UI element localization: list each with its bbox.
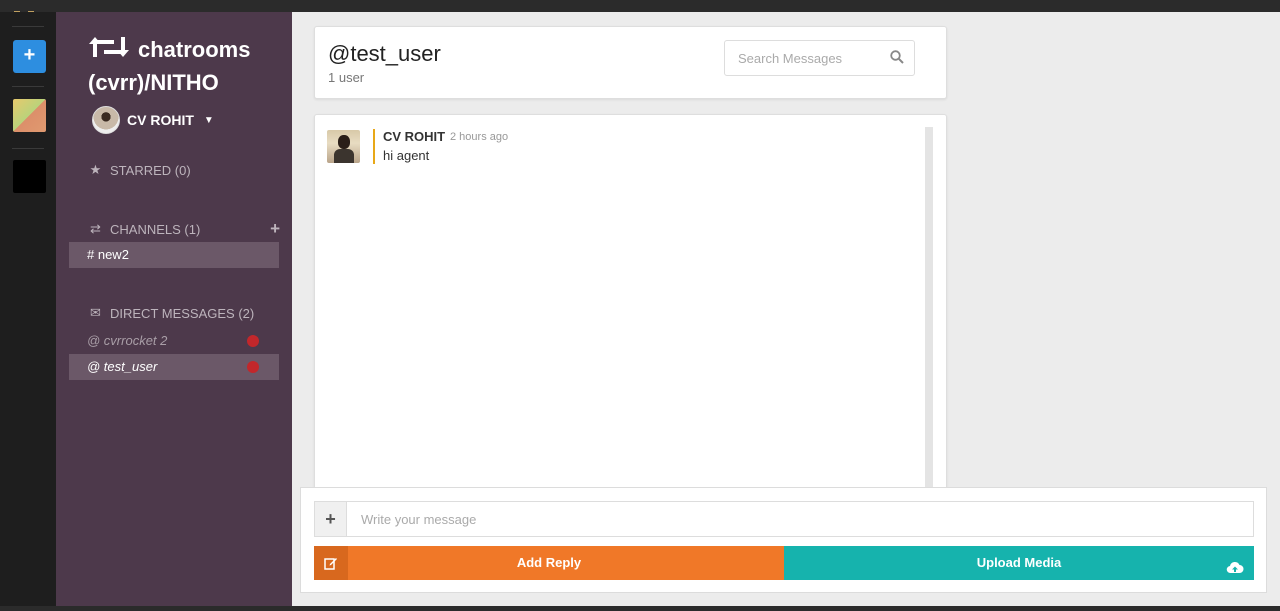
add-channel-button[interactable]: +: [270, 219, 280, 239]
retweet-icon: [88, 35, 130, 67]
dm-label: DIRECT MESSAGES (2): [110, 305, 255, 321]
sidebar-item-dm-test-user[interactable]: @ test_user: [69, 354, 279, 380]
star-icon: ★: [89, 162, 102, 177]
sidebar: chatrooms (cvrr)/NITHO CV ROHIT ▼ ★ STAR…: [56, 12, 292, 611]
user-menu[interactable]: CV ROHIT ▼: [92, 105, 214, 135]
message-text: hi agent: [383, 148, 430, 163]
starred-section-header[interactable]: ★ STARRED (0): [88, 162, 280, 178]
channels-label: CHANNELS (1): [110, 221, 201, 237]
sidebar-item-channel-new2[interactable]: # new2: [69, 242, 279, 268]
rail-divider: [12, 148, 44, 149]
team-tile-colorful[interactable]: [13, 99, 46, 132]
rail-divider: [12, 86, 44, 87]
message-feed: CV ROHIT 2 hours ago hi agent: [314, 114, 947, 493]
status-dot: [247, 335, 259, 347]
message-avatar[interactable]: [327, 130, 360, 163]
user-name: CV ROHIT: [127, 112, 194, 128]
edit-icon: [314, 546, 348, 580]
avatar: [92, 106, 120, 134]
page-title: @test_user: [328, 41, 441, 66]
message-accent-bar: [373, 129, 375, 164]
team-tile-dark[interactable]: [13, 160, 46, 193]
add-team-button[interactable]: +: [13, 40, 46, 73]
workspace-title[interactable]: chatrooms (cvrr)/NITHO: [88, 34, 288, 98]
add-reply-button[interactable]: Add Reply: [314, 546, 784, 580]
conversation-header: @test_user 1 user: [314, 26, 947, 99]
caret-down-icon: ▼: [203, 114, 214, 126]
dm-section-header[interactable]: ✉ DIRECT MESSAGES (2): [88, 305, 280, 321]
add-reply-label: Add Reply: [516, 555, 582, 570]
message-input[interactable]: [348, 502, 1248, 536]
upload-media-button[interactable]: Upload Media: [784, 546, 1254, 580]
search-icon[interactable]: [890, 50, 904, 69]
starred-label: STARRED (0): [110, 162, 191, 178]
team-switcher-rail: +: [0, 12, 56, 611]
message-item: CV ROHIT 2 hours ago hi agent: [327, 129, 887, 165]
message-timestamp: 2 hours ago: [450, 131, 509, 143]
member-count: 1 user: [328, 70, 365, 85]
exchange-icon: ⇄: [90, 221, 101, 236]
window-top-bar: [0, 0, 1280, 13]
rail-divider: [12, 26, 44, 27]
status-dot: [247, 361, 259, 373]
message-author[interactable]: CV ROHIT: [383, 129, 445, 144]
dm-label: @ cvrrocket 2: [87, 333, 168, 348]
upload-media-label: Upload Media: [976, 555, 1062, 570]
envelope-icon: ✉: [90, 305, 101, 320]
sidebar-item-dm-cvrrocket2[interactable]: @ cvrrocket 2: [69, 328, 279, 354]
channels-section-header[interactable]: ⇄ CHANNELS (1) +: [88, 219, 280, 239]
composer-input-row: +: [314, 501, 1254, 537]
window-controls: [14, 0, 44, 13]
dm-label: @ test_user: [87, 359, 158, 374]
cloud-upload-icon: [1226, 555, 1244, 589]
search-input[interactable]: [725, 41, 875, 75]
feed-scrollbar[interactable]: [925, 127, 933, 493]
attach-button[interactable]: +: [315, 502, 347, 536]
window-bottom-bar: [0, 606, 1280, 611]
search-box: [724, 40, 915, 76]
message-composer: + Add Reply Upload Media: [300, 487, 1267, 593]
